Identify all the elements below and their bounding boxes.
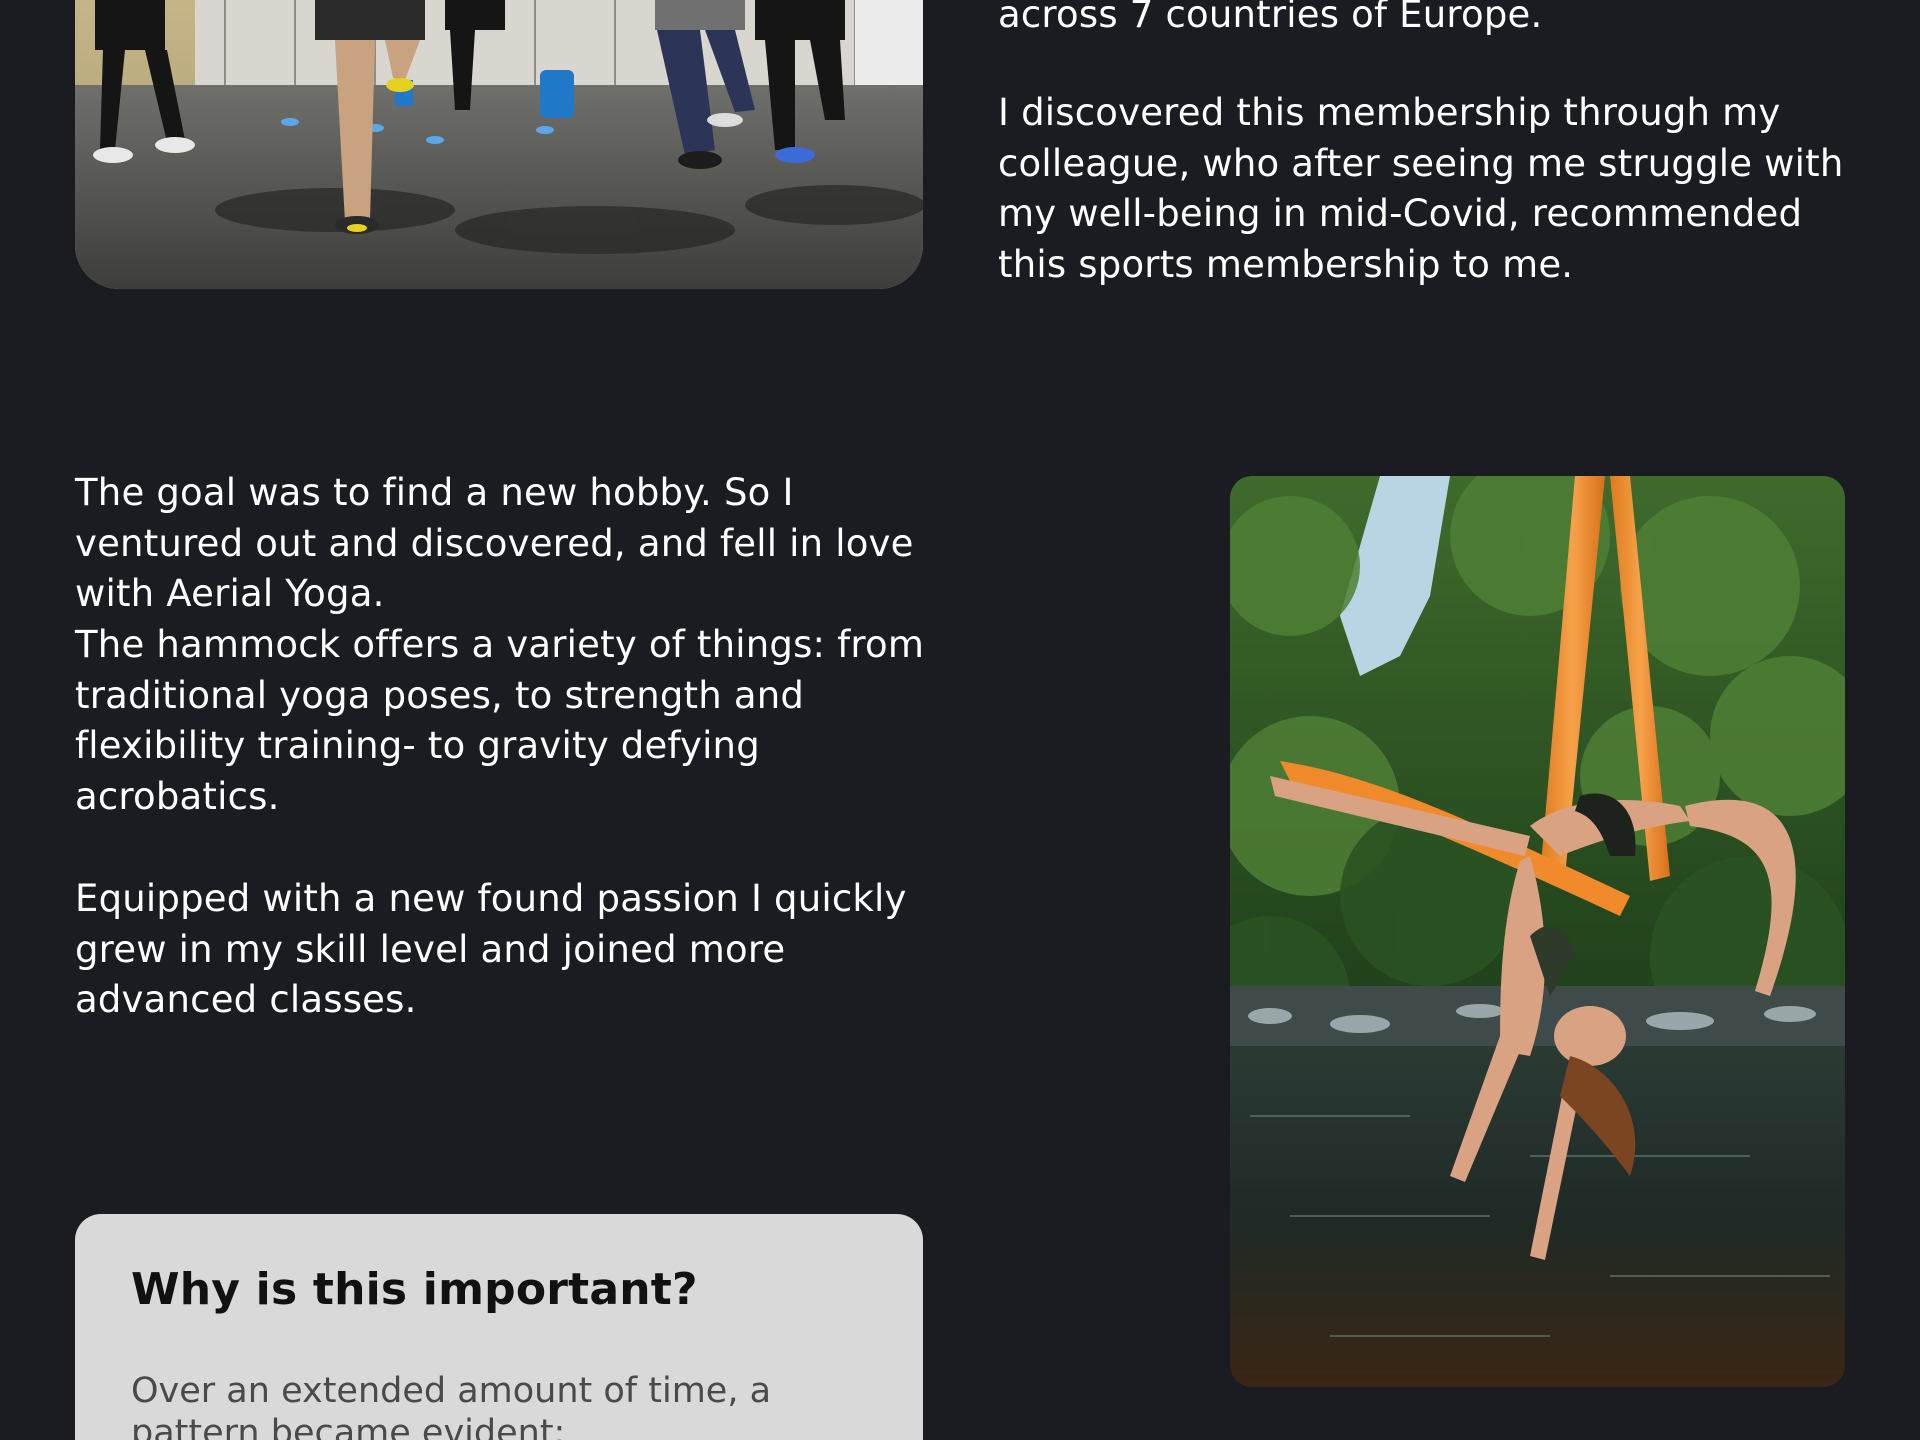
hobby-paragraph: The goal was to find a new hobby. So I v… [75,471,914,615]
why-important-card: Why is this important? Over an extended … [75,1214,923,1440]
info-card-title: Why is this important? [131,1264,698,1315]
hammock-text: The hammock offers a variety of things: … [75,620,955,822]
growth-paragraph: Equipped with a new found passion I quic… [75,877,907,1021]
membership-discovery-text: I discovered this membership through my … [998,88,1878,290]
hobby-story-text: The goal was to find a new hobby. So I v… [75,468,955,620]
group-fitness-class-illustration [75,0,923,289]
intro-text-tail: across 7 countries of Europe. [998,0,1878,41]
aerial-yoga-photo [1230,476,1845,1387]
skill-growth-text: Equipped with a new found passion I quic… [75,874,955,1026]
group-fitness-class-photo [75,0,923,289]
info-card-text: Over an extended amount of time, a patte… [131,1371,772,1440]
hammock-paragraph: The hammock offers a variety of things: … [75,623,925,818]
discovery-paragraph: I discovered this membership through my … [998,91,1844,286]
intro-tail-line: across 7 countries of Europe. [998,0,1543,36]
aerial-yoga-illustration [1230,476,1845,1387]
